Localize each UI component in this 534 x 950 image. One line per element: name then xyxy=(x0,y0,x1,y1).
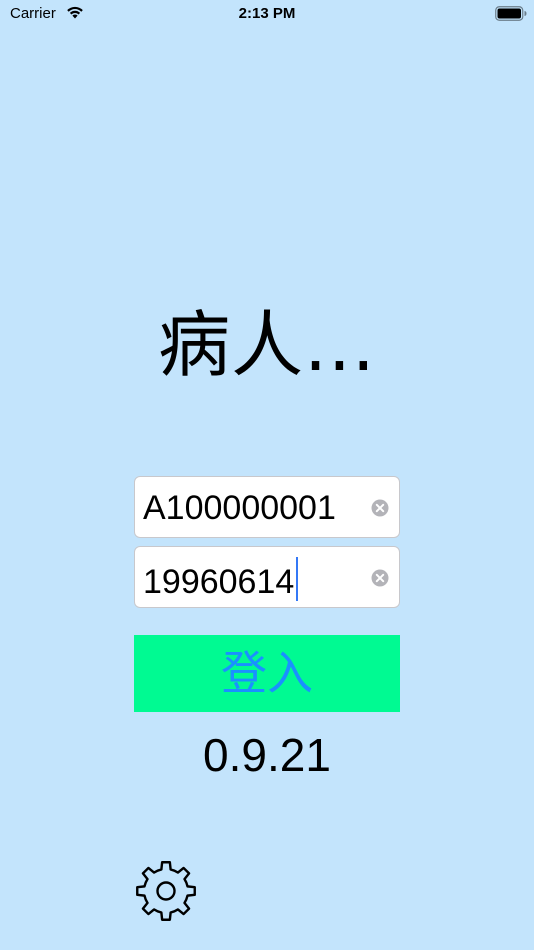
clear-id-icon[interactable] xyxy=(371,499,389,517)
text-cursor xyxy=(296,557,299,601)
birthdate-value: 19960614 xyxy=(143,563,295,601)
clear-birthdate-icon[interactable] xyxy=(371,569,389,587)
patient-id-value: A100000001 xyxy=(143,489,336,527)
status-bar: Carrier 2:13 PM xyxy=(0,0,534,28)
version-label: 0.9.21 xyxy=(203,729,331,781)
login-button[interactable]: 登入 xyxy=(134,635,400,712)
patient-id-field[interactable]: A100000001 xyxy=(134,476,400,538)
battery-icon xyxy=(495,6,527,21)
status-time: 2:13 PM xyxy=(238,5,296,22)
page-title: 病人... xyxy=(158,303,376,387)
gear-icon[interactable] xyxy=(135,860,197,922)
birthdate-field[interactable]: 19960614 xyxy=(134,546,400,608)
birthdate-text-wrap: 19960614 xyxy=(143,557,299,603)
